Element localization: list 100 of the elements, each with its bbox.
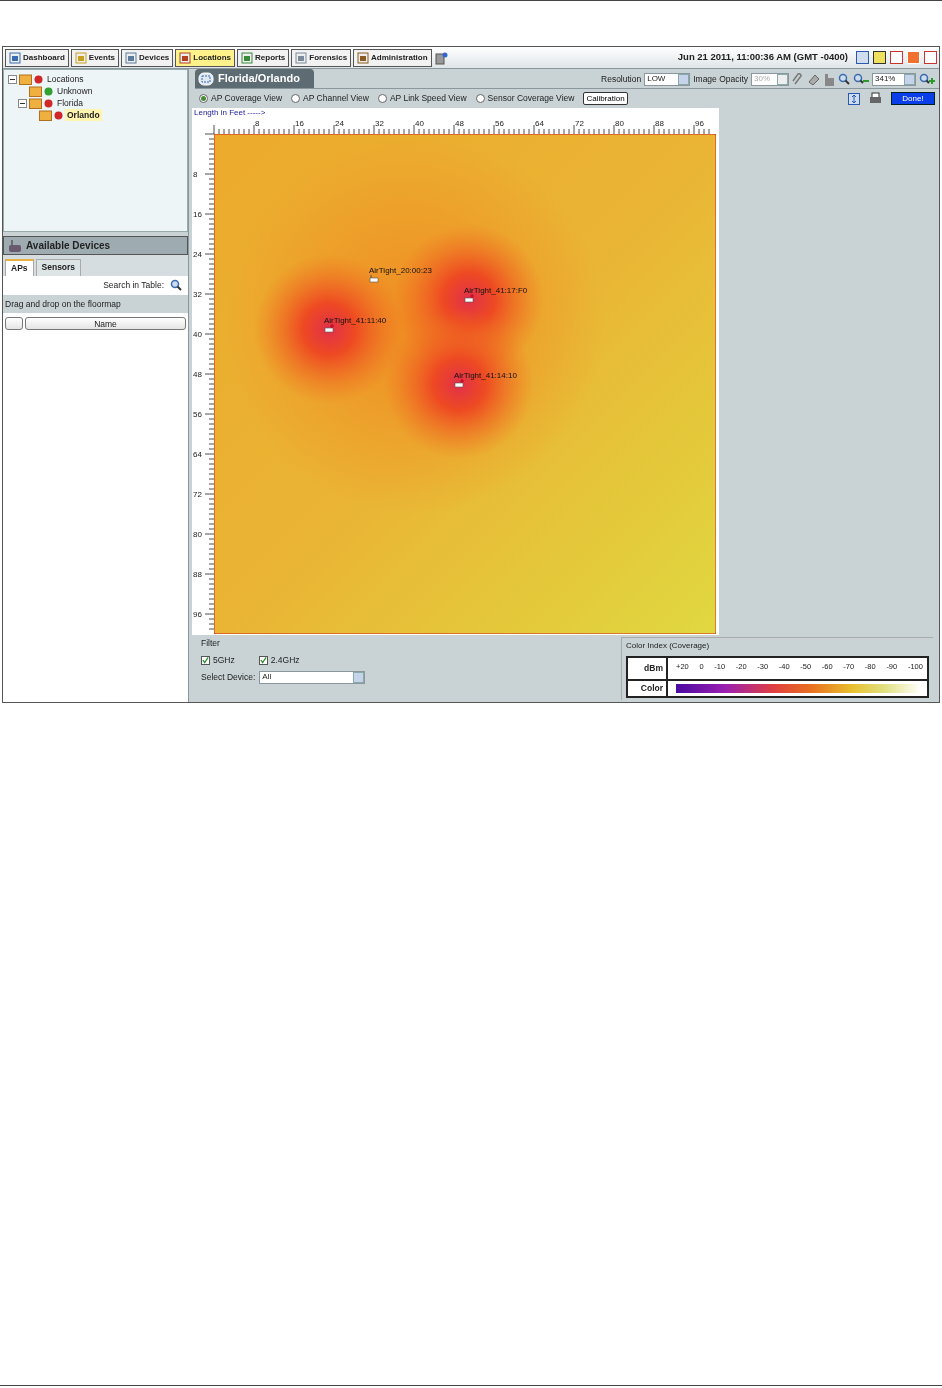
ruler-caption: Length in Feet -----> [194,108,266,118]
check-icon [259,656,267,665]
folder-icon [29,97,42,109]
panel-tab[interactable]: APs [5,259,34,276]
printer-icon[interactable] [869,92,882,106]
tick-label: 8 [255,119,260,129]
column-header[interactable]: Name [25,317,186,331]
tree-item[interactable]: Unknown [55,84,95,98]
filter-title: Filter [201,637,221,650]
ap-label: AirTight_41:17:F0 [464,286,528,296]
access-point-icon[interactable] [464,293,475,303]
sync-icon[interactable] [848,92,860,105]
zoom-icon[interactable] [838,73,850,85]
module-icon [295,51,308,64]
access-point-icon[interactable] [324,323,335,333]
ap-label: AirTight_41:11:40 [324,316,387,326]
module-icon [9,51,21,64]
view-radio[interactable]: AP Channel View [291,92,369,105]
tree-item[interactable]: Florida [55,96,85,110]
tick-label: 48 [455,119,464,129]
folder-icon [19,73,32,85]
tick-label: 24 [335,119,344,129]
module-icon [74,51,87,64]
access-point-icon[interactable] [454,378,465,388]
tick-label: 72 [575,119,584,129]
zoom-in-icon[interactable] [919,73,935,85]
tick-label: 24 [193,250,202,260]
view-radio[interactable]: Sensor Coverage View [475,92,575,105]
device-select[interactable]: All [259,670,366,684]
floor-map[interactable]: Length in Feet -----> 8 16 24 32 40 48 56 64 72 80 88 96 8 16 24 32 40 48 56 64 72 80 88 96 AirTight_20:00:23 AirTight_41:17:F0 AirTight_41:11:40 AirTight_41:14:10 [192,108,719,636]
ap-label: AirTight_41:14:10 [454,371,517,381]
tree-item[interactable]: Orlando [65,108,102,122]
module-icon [179,51,192,64]
nav-tab[interactable]: Locations [175,48,236,67]
view-radio[interactable]: AP Link Speed View [377,92,467,105]
nav-tab[interactable]: Administration [353,48,432,67]
eraser-icon[interactable] [807,72,820,86]
tick-label: 96 [193,610,202,620]
status-dot [44,98,53,108]
done-button[interactable]: Done! [891,92,935,106]
calibration-button[interactable]: Calibration [583,92,628,106]
legend-title: Color Index (Coverage) [626,640,711,653]
view-radio[interactable]: AP Coverage View [199,92,283,105]
map-tab[interactable]: Florida/Orlando [195,69,314,88]
ap-label: AirTight_20:00:23 [369,266,432,276]
panel-tab[interactable]: Sensors [35,259,82,276]
search-icon[interactable] [170,279,182,292]
nav-tab[interactable]: Events [70,48,120,67]
checkbox-label[interactable]: 2.4GHz [270,654,300,667]
nav-tab[interactable]: Dashboard [5,48,69,67]
tick-label: 88 [193,570,202,580]
tick-label: 32 [375,119,384,129]
tick-label: 72 [193,490,202,500]
status-dot [44,86,53,96]
tick-label: 40 [193,330,202,340]
folder-icon [39,109,52,121]
field-label: Select Device: [201,670,256,684]
tick-label: 16 [193,210,202,220]
tree-item[interactable]: Locations [45,72,86,86]
tick-label: 32 [193,290,202,300]
collapse-icon[interactable] [18,98,27,108]
checkbox[interactable] [201,655,210,665]
row-header: Color [627,680,667,697]
checkbox-label[interactable]: 5GHz [213,654,235,667]
column-header[interactable] [5,317,23,331]
nav-tab[interactable]: Forensics [291,48,352,67]
timestamp: Jun 21 2011, 11:00:36 AM (GMT -0400) [677,50,848,65]
field-label: Image Opacity [693,72,748,86]
module-icon [357,51,370,64]
resolution-select[interactable]: LOW [644,72,691,86]
search-label: Search in Table: [103,278,164,292]
tick-label: 40 [415,119,424,129]
database-icon[interactable] [433,50,448,65]
tick-label: 96 [695,119,704,129]
folder-icon [29,85,42,97]
module-icon [241,51,254,64]
tick-label: 56 [193,410,202,420]
tick-label: 80 [615,119,624,129]
checkbox[interactable] [258,655,268,665]
check-icon [202,656,209,665]
paperclip-icon[interactable] [792,72,804,86]
tick-label: 16 [295,119,304,129]
tick-label: 48 [193,370,202,380]
zoom-select[interactable]: 341% [872,72,916,86]
module-icon [125,51,138,64]
tick-label: 80 [193,530,202,540]
nav-tab[interactable]: Devices [121,48,174,67]
tick-label: 64 [535,119,544,129]
nav-tab[interactable]: Reports [237,48,290,67]
collapse-icon[interactable] [8,74,17,84]
panel-title: Available Devices [26,239,111,253]
access-point-icon[interactable] [369,274,379,283]
status-dot [34,74,43,84]
field-label: Resolution [601,72,642,86]
zoom-out-icon[interactable] [853,73,869,85]
router-icon [8,238,22,253]
tick-label: 56 [495,119,504,129]
tick-label: 64 [193,450,202,460]
tick-label: 88 [655,119,664,129]
floor-icon [198,71,214,86]
